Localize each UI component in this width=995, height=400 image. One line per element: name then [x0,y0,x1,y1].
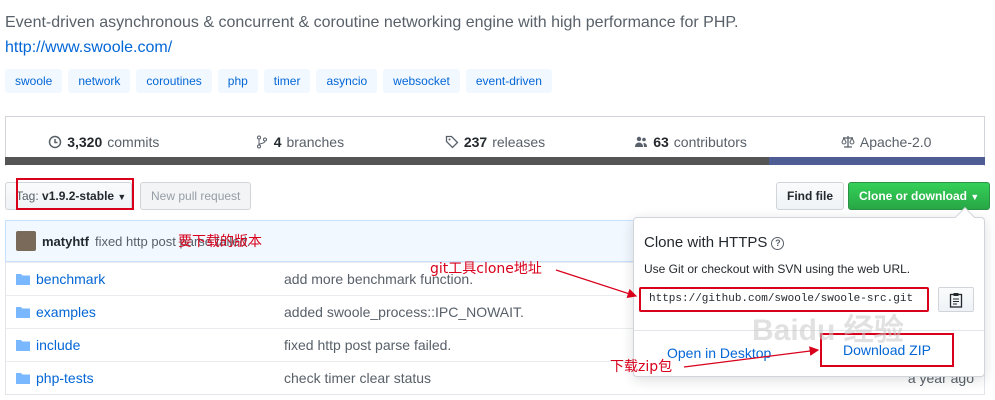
avatar[interactable] [16,231,36,251]
file-name-link[interactable]: include [36,337,80,353]
releases-link[interactable]: 237 releases [397,134,593,150]
folder-icon [16,340,30,351]
clone-download-button[interactable]: Clone or download ▼ [848,182,991,210]
language-segment-c [5,157,770,165]
repo-homepage-link[interactable]: http://www.swoole.com/ [5,39,172,57]
topic-tag[interactable]: php [217,69,258,93]
clipboard-icon [949,292,963,308]
contributors-link[interactable]: 63 contributors [593,134,789,150]
clone-title-text: Clone with HTTPS [644,234,768,251]
license-name: Apache-2.0 [859,133,932,150]
file-commit-message[interactable]: added swoole_process::IPC_NOWAIT. [284,304,524,320]
file-name-link[interactable]: php-tests [36,370,94,386]
topic-tag[interactable]: network [68,69,131,93]
find-file-button[interactable]: Find file [776,182,844,210]
branch-icon [256,135,267,148]
topic-tag[interactable]: websocket [383,69,460,93]
commits-count: 3,320 [67,133,103,150]
commits-link[interactable]: 3,320 commits [6,134,202,150]
branches-label: branches [286,133,345,150]
license-link[interactable]: Apache-2.0 [788,134,984,150]
file-commit-message[interactable]: check timer clear status [284,370,431,386]
file-name-link[interactable]: benchmark [36,271,105,287]
clone-dropdown: Clone with HTTPS? Use Git or checkout wi… [633,207,985,377]
folder-icon [16,373,30,384]
branches-link[interactable]: 4 branches [202,134,398,150]
tag-icon [445,135,459,148]
topic-tag[interactable]: event-driven [465,69,552,93]
clone-label: Clone or download [859,189,967,203]
releases-label: releases [492,133,546,150]
caret-down-icon: ▼ [970,192,980,202]
copy-url-button[interactable] [938,287,974,312]
watermark: Baidu 经验 [752,314,904,347]
topic-tag[interactable]: swoole [5,69,63,93]
folder-icon [16,274,30,285]
releases-count: 237 [463,133,488,150]
new-pull-request-button[interactable]: New pull request [140,182,252,210]
file-name-link[interactable]: examples [36,304,96,320]
branches-count: 4 [273,133,282,150]
topic-list: swoole network coroutines php timer asyn… [5,69,552,93]
clone-title: Clone with HTTPS? [644,234,785,251]
file-commit-message[interactable]: fixed http post parse failed. [284,337,451,353]
annotation-git-clone: git工具clone地址 [430,261,542,277]
latest-commit-bar: matyhtf fixed http post parse failed. [5,220,635,262]
annotation-version: 要下载的版本 [178,234,262,250]
contributors-label: contributors [673,133,747,150]
law-icon [841,135,855,148]
help-icon[interactable]: ? [771,237,785,250]
dropdown-caret [955,207,975,227]
clone-subtitle: Use Git or checkout with SVN using the w… [644,262,911,276]
folder-icon [16,307,30,318]
history-icon [48,135,62,148]
commit-author[interactable]: matyhtf [42,234,89,249]
repo-description: Event-driven asynchronous & concurrent &… [5,14,739,31]
annotation-zip: 下载zip包 [610,359,673,375]
annotation-box-version [16,178,134,210]
language-bar [5,157,985,165]
topic-tag[interactable]: timer [263,69,311,93]
topic-tag[interactable]: coroutines [136,69,212,93]
topic-tag[interactable]: asyncio [316,69,378,93]
commits-label: commits [107,133,160,150]
language-segment-php [769,157,985,165]
people-icon [635,136,648,147]
contributors-count: 63 [653,133,669,150]
